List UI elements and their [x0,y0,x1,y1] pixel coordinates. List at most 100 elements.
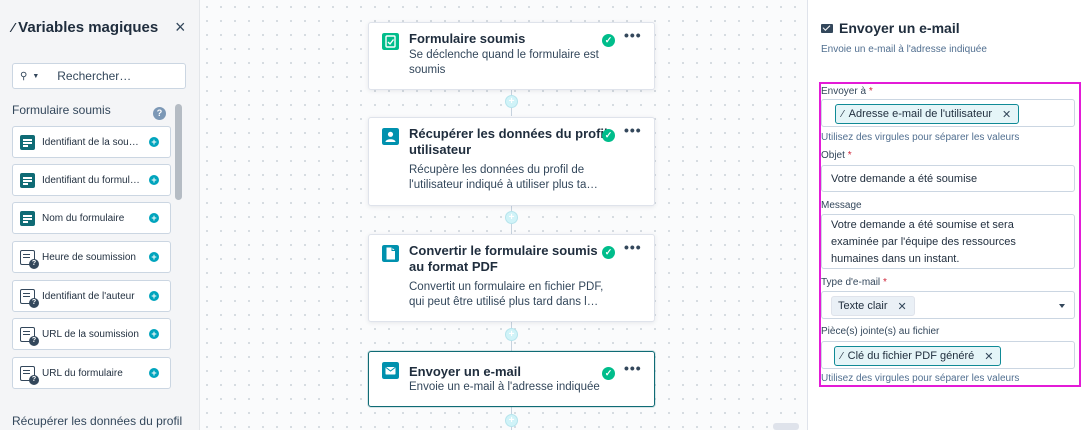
chip-label: Adresse e-mail de l'utilisateur [848,108,992,120]
step-description: Envoie un e-mail à l'adresse indiquée [409,381,600,393]
action-title-text: Envoyer un e-mail [839,20,960,36]
subject-value: Votre demande a été soumise [831,173,978,185]
add-variable-icon[interactable]: + [149,213,159,223]
chip-label: Texte clair [838,300,888,312]
step-title: Envoyer un e-mail [409,364,521,379]
variable-label: Heure de soumission [42,251,136,263]
remove-chip-icon[interactable]: ✕ [1002,108,1011,121]
message-textarea[interactable]: Votre demande a été soumise et sera exam… [821,214,1075,269]
variable-item[interactable]: URL de la soumission + [12,318,171,350]
email-icon [821,23,833,33]
workflow-step-convert-pdf[interactable]: Convertir le formulaire soumis au format… [368,234,655,322]
variable-item[interactable]: Heure de soumission + [12,241,171,273]
more-options-icon[interactable]: ••• [624,360,642,376]
subject-input[interactable]: Votre demande a été soumise [821,165,1075,192]
check-icon: ✓ [602,129,615,142]
add-variable-icon[interactable]: + [149,137,159,147]
add-variable-icon[interactable]: + [149,329,159,339]
check-icon: ✓ [602,246,615,259]
email-type-label-text: Type d'e-mail [821,277,881,288]
variable-label: Nom du formulaire [42,212,125,224]
more-options-icon[interactable]: ••• [624,27,642,43]
required-mark: * [868,86,873,97]
document-icon [382,245,399,262]
unknown-field-icon [20,365,39,385]
text-field-icon [20,210,35,226]
chevron-down-icon[interactable]: ▼ [32,73,39,80]
variable-label: URL de la soumission [42,328,139,340]
check-icon: ✓ [602,367,615,380]
unknown-field-icon [20,249,39,269]
email-type-select[interactable]: Texte clair ✕ [821,291,1075,319]
variable-item[interactable]: Identifiant de l'auteur + [12,280,171,312]
close-icon[interactable]: × [175,18,186,36]
add-variable-icon[interactable]: + [149,368,159,378]
variable-item[interactable]: Identifiant de la soumission + [12,126,171,158]
form-check-icon [382,33,399,50]
add-step-icon[interactable]: + [505,95,518,108]
text-field-icon [20,172,35,188]
chevron-down-icon[interactable] [1059,304,1065,308]
remove-chip-icon[interactable]: ✕ [898,300,907,313]
horizontal-scrollbar[interactable] [773,423,799,430]
subject-label-text: Objet [821,150,845,161]
add-step-icon[interactable]: + [505,328,518,341]
unknown-field-icon [20,288,39,308]
magic-variables-title: ⁄ Variables magiques [12,19,158,36]
variable-item[interactable]: URL du formulaire + [12,357,171,389]
send-to-field[interactable]: ⁄ Adresse e-mail de l'utilisateur ✕ [821,99,1075,127]
step-description: Se déclenche quand le formulaire est sou… [409,49,599,76]
action-settings-panel: Envoyer un e-mail Envoie un e-mail à l'a… [807,0,1084,430]
magic-wand-icon: ⁄ [841,350,843,362]
unknown-field-icon [20,326,39,346]
chip-label: Clé du fichier PDF généré [847,350,975,362]
magic-variables-title-text: Variables magiques [18,19,159,36]
add-variable-icon[interactable]: + [149,175,159,185]
send-to-chip[interactable]: ⁄ Adresse e-mail de l'utilisateur ✕ [835,104,1020,124]
add-step-icon[interactable]: + [505,211,518,224]
message-label: Message [821,200,862,211]
variable-item[interactable]: Nom du formulaire + [12,202,171,234]
attachments-field[interactable]: ⁄ Clé du fichier PDF généré ✕ [821,341,1075,369]
send-to-label-text: Envoyer à [821,86,867,97]
magic-wand-icon: ⁄ [12,20,15,35]
action-subtitle: Envoie un e-mail à l'adresse indiquée [821,44,987,55]
step-title: Récupérer les données du profil utilisat… [409,126,608,157]
add-step-icon[interactable]: + [505,414,518,427]
step-description: Récupère les données du profil de l'util… [409,164,598,191]
step-description: Convertit un formulaire en fichier PDF, … [409,281,604,308]
more-options-icon[interactable]: ••• [624,122,642,138]
workflow-step-send-email[interactable]: Envoyer un e-mail Envoie un e-mail à l'a… [368,351,655,407]
search-input[interactable] [57,69,158,83]
more-options-icon[interactable]: ••• [624,239,642,255]
magic-variables-panel: ⁄ Variables magiques × ⚲ ▼ Formulaire so… [0,0,200,430]
section-title-form-submitted: Formulaire soumis [12,103,111,117]
required-mark: * [847,150,852,161]
attachments-chip[interactable]: ⁄ Clé du fichier PDF généré ✕ [834,346,1002,366]
section-title-profile-data[interactable]: Récupérer les données du profil [12,414,182,428]
variable-label: Identifiant de la soumission [42,136,140,148]
scrollbar[interactable] [175,104,182,200]
text-field-icon [20,134,35,150]
workflow-step-form-submitted[interactable]: Formulaire soumis Se déclenche quand le … [368,22,655,90]
search-box[interactable]: ⚲ ▼ [12,63,186,89]
remove-chip-icon[interactable]: ✕ [984,350,993,363]
attachments-label: Pièce(s) jointe(s) au fichier [821,326,940,337]
variable-label: URL du formulaire [42,367,123,379]
step-title: Convertir le formulaire soumis au format… [409,243,598,274]
variable-item[interactable]: Identifiant du formulaire + [12,164,171,196]
check-icon: ✓ [602,34,615,47]
email-type-chip[interactable]: Texte clair ✕ [831,296,915,316]
action-title: Envoyer un e-mail [821,20,960,36]
add-variable-icon[interactable]: + [149,291,159,301]
send-to-help: Utilisez des virgules pour séparer les v… [821,132,1020,143]
attachments-help: Utilisez des virgules pour séparer les v… [821,373,1020,384]
help-icon[interactable]: ? [153,107,166,120]
magic-wand-icon: ⁄ [842,108,844,120]
search-icon[interactable]: ⚲ [20,71,27,82]
required-mark: * [882,277,887,288]
add-variable-icon[interactable]: + [149,252,159,262]
variable-label: Identifiant de l'auteur [42,290,135,302]
subject-label: Objet * [821,150,852,161]
workflow-step-get-profile[interactable]: Récupérer les données du profil utilisat… [368,117,655,206]
